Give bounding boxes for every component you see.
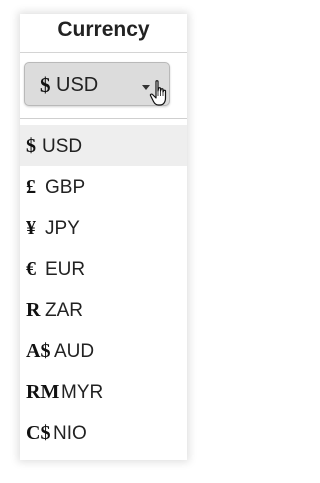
selected-currency-symbol: $ (40, 73, 51, 97)
currency-code: EUR (45, 259, 86, 280)
currency-options-list: $ USD £ GBP ¥ JPY € EUR R ZAR A$ AUD RM … (20, 125, 187, 453)
currency-option-aud[interactable]: A$ AUD (20, 330, 187, 371)
currency-symbol: A$ (26, 340, 51, 362)
currency-symbol: € (26, 258, 36, 280)
currency-option-nio[interactable]: C$ NIO (20, 412, 187, 453)
currency-select-button[interactable]: $ USD (24, 62, 170, 106)
currency-option-zar[interactable]: R ZAR (20, 289, 187, 330)
currency-option-myr[interactable]: RM MYR (20, 371, 187, 412)
currency-code: AUD (54, 341, 95, 362)
hand-pointer-icon (149, 80, 167, 106)
currency-title: Currency (57, 18, 150, 41)
currency-code: NIO (53, 423, 87, 444)
currency-symbol: R (26, 299, 41, 321)
title-divider (20, 52, 187, 53)
list-divider (20, 118, 187, 119)
currency-symbol: C$ (26, 422, 51, 444)
currency-option-gbp[interactable]: £ GBP (20, 166, 187, 207)
currency-code: USD (42, 136, 83, 157)
currency-dropdown-panel: Currency $ USD $ USD £ GBP ¥ JPY € EUR R… (20, 14, 187, 460)
currency-option-usd[interactable]: $ USD (20, 125, 187, 166)
currency-code: ZAR (45, 300, 83, 321)
currency-code: MYR (61, 382, 104, 403)
currency-code: JPY (45, 218, 80, 239)
currency-option-jpy[interactable]: ¥ JPY (20, 207, 187, 248)
currency-symbol: RM (26, 381, 60, 403)
currency-code: GBP (45, 177, 86, 198)
currency-symbol: ¥ (26, 217, 36, 239)
selected-currency-code: USD (56, 74, 99, 96)
currency-symbol: $ (26, 135, 36, 157)
currency-option-eur[interactable]: € EUR (20, 248, 187, 289)
currency-symbol: £ (26, 176, 36, 198)
